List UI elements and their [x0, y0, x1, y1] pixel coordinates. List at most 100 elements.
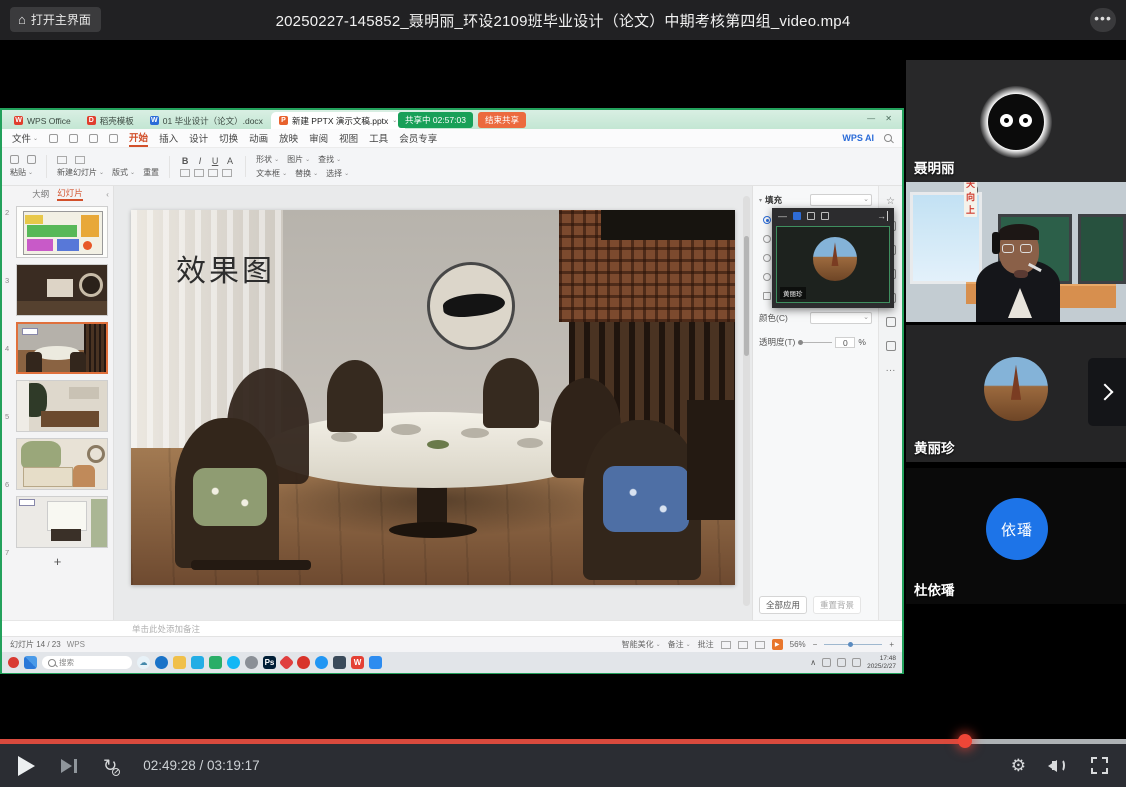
menu-tab-animation[interactable]: 动画: [249, 131, 268, 145]
slide-thumb-3[interactable]: [16, 264, 108, 316]
menu-tab-transition[interactable]: 切换: [219, 131, 238, 145]
slide-thumb-6[interactable]: [16, 438, 108, 490]
participant-tile-2-video[interactable]: 好好学习 天天向上: [906, 182, 1126, 322]
print-icon[interactable]: [69, 134, 78, 143]
edge-browser-icon[interactable]: [155, 656, 168, 669]
participant-tile-4[interactable]: 依璠 杜依璠: [906, 468, 1126, 604]
recorder-app-icon[interactable]: [8, 657, 19, 668]
outline-tab[interactable]: 大纲: [32, 188, 49, 200]
new-slide-button[interactable]: 新建幻灯片⌄: [57, 167, 104, 178]
slides-tab[interactable]: 幻灯片: [57, 187, 83, 201]
bilibili-icon[interactable]: [191, 656, 204, 669]
weather-widget-icon[interactable]: ☁: [137, 656, 150, 669]
add-slide-button[interactable]: +: [48, 554, 68, 569]
align-right-icon[interactable]: [208, 169, 218, 177]
play-order-button[interactable]: ↻: [103, 757, 117, 774]
comment-button[interactable]: 批注: [698, 639, 714, 650]
window-controls[interactable]: — ✕: [867, 114, 896, 123]
zoom-out-button[interactable]: −: [813, 640, 818, 649]
notes-button[interactable]: 备注⌄: [668, 639, 691, 650]
slide-title[interactable]: 效果图: [176, 246, 275, 290]
menu-file[interactable]: 文件⌄: [12, 131, 38, 145]
menu-tab-view[interactable]: 视图: [339, 131, 358, 145]
settings-app-icon[interactable]: [333, 656, 346, 669]
zoom-in-button[interactable]: +: [889, 640, 894, 649]
zoom-value[interactable]: 56%: [790, 640, 806, 649]
next-video-button[interactable]: [61, 759, 77, 773]
picture-button[interactable]: 图片⌄: [287, 154, 310, 165]
minimize-icon[interactable]: —: [778, 211, 787, 221]
file-explorer-icon[interactable]: [173, 656, 186, 669]
beautify-button[interactable]: 智能美化⌄: [622, 639, 661, 650]
search-icon[interactable]: [884, 134, 892, 142]
view-grid-active-icon[interactable]: [793, 212, 801, 220]
wps-app-icon[interactable]: W: [351, 656, 364, 669]
reset-button[interactable]: 重置: [143, 167, 159, 178]
more-menu-button[interactable]: •••: [1090, 8, 1116, 32]
undo-icon[interactable]: [89, 134, 98, 143]
help-icon[interactable]: [886, 317, 896, 327]
photoshop-icon[interactable]: Ps: [263, 656, 276, 669]
mic-tray-icon[interactable]: [822, 658, 831, 667]
canvas-scrollbar[interactable]: [743, 196, 750, 606]
tray-clock[interactable]: 17:48 2025/2/27: [867, 655, 896, 671]
italic-button[interactable]: I: [195, 156, 205, 166]
textbox-button[interactable]: 文本框⌄: [256, 168, 287, 179]
slide-thumb-7[interactable]: [16, 496, 108, 548]
menu-tab-design[interactable]: 设计: [189, 131, 208, 145]
shape-button[interactable]: 形状⌄: [256, 154, 279, 165]
view-speaker-icon[interactable]: [807, 212, 815, 220]
seek-knob[interactable]: [958, 734, 972, 748]
redo-icon[interactable]: [109, 134, 118, 143]
clipboard-icon[interactable]: [10, 155, 19, 164]
view-gallery-icon[interactable]: [821, 212, 829, 220]
reading-view-icon[interactable]: [755, 641, 765, 649]
settings-pane-icon[interactable]: [886, 341, 896, 351]
align-center-icon[interactable]: [194, 169, 204, 177]
apply-all-button[interactable]: 全部应用: [759, 596, 807, 614]
alpha-slider[interactable]: [798, 342, 832, 343]
meeting-app-icon[interactable]: [369, 656, 382, 669]
align-left-icon[interactable]: [180, 169, 190, 177]
current-slide[interactable]: 效果图: [131, 210, 735, 585]
cloud-app-icon[interactable]: [315, 656, 328, 669]
network-tray-icon[interactable]: [837, 658, 846, 667]
red-diamond-app-icon[interactable]: [279, 655, 295, 671]
list-icon[interactable]: [222, 169, 232, 177]
participant-tile-1[interactable]: 聂明丽: [906, 60, 1126, 182]
docer-template-tab[interactable]: D 稻壳模板: [79, 112, 142, 129]
select-button[interactable]: 选择⌄: [326, 168, 349, 179]
slide-thumb-2[interactable]: [16, 206, 108, 258]
find-button[interactable]: 查找⌄: [318, 154, 341, 165]
slideshow-play-button[interactable]: ▶: [772, 639, 783, 650]
meeting-float-window[interactable]: — → 黄丽珍: [772, 208, 894, 308]
settings-gear-icon[interactable]: ⚙: [1011, 756, 1026, 776]
slide-thumb-5[interactable]: [16, 380, 108, 432]
layout-button[interactable]: 版式⌄: [112, 167, 135, 178]
wps-ai-button[interactable]: WPS AI: [842, 133, 874, 143]
color-dropdown[interactable]: [810, 312, 872, 324]
sorter-view-icon[interactable]: [738, 641, 748, 649]
menu-tab-member[interactable]: 会员专享: [399, 131, 437, 145]
play-button[interactable]: [18, 756, 35, 776]
fill-preset-dropdown[interactable]: [810, 194, 872, 206]
save-icon[interactable]: [49, 134, 58, 143]
taskbar-search[interactable]: 搜索: [42, 656, 132, 669]
more-tools-icon[interactable]: ···: [886, 365, 896, 376]
next-participants-page-button[interactable]: [1088, 358, 1126, 426]
fullscreen-icon[interactable]: [1091, 757, 1108, 774]
menu-tab-slideshow[interactable]: 放映: [279, 131, 298, 145]
zoom-slider[interactable]: [824, 644, 882, 645]
docx-document-tab[interactable]: W 01 毕业设计（论文）.docx: [142, 112, 271, 129]
wechat-icon[interactable]: [209, 656, 222, 669]
underline-button[interactable]: U: [210, 156, 220, 166]
netease-app-icon[interactable]: [297, 656, 310, 669]
browser-icon[interactable]: [245, 656, 258, 669]
qq-icon[interactable]: [227, 656, 240, 669]
pptx-active-tab[interactable]: P 新建 PPTX 演示文稿.pptx ⌄: [271, 112, 405, 129]
notes-area[interactable]: 单击此处添加备注: [2, 620, 902, 636]
seek-bar[interactable]: [0, 739, 1126, 744]
menu-tab-insert[interactable]: 插入: [159, 131, 178, 145]
volume-icon[interactable]: [1052, 759, 1065, 772]
menu-tab-home[interactable]: 开始: [129, 130, 148, 147]
